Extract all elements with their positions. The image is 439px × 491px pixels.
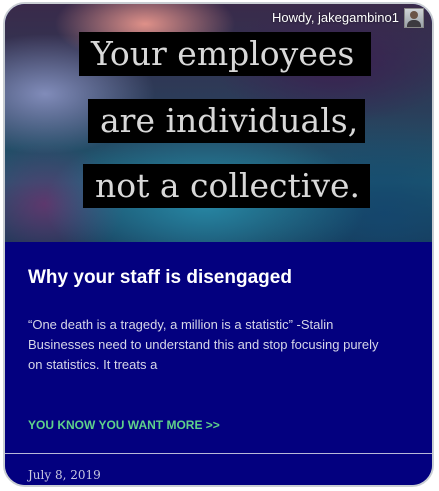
post-content: Why your staff is disengaged “One death … <box>5 242 432 485</box>
featured-image-text-line: Your employees <box>79 32 371 76</box>
divider <box>5 453 432 454</box>
post-card: Your employees are individuals, not a co… <box>3 2 434 487</box>
post-excerpt: “One death is a tragedy, a million is a … <box>28 315 418 375</box>
excerpt-line: “One death is a tragedy, a million is a … <box>28 317 334 332</box>
account-greeting[interactable]: Howdy, jakegambino1 <box>272 9 399 27</box>
post-date: July 8, 2019 <box>28 468 101 482</box>
excerpt-line: on statistics. It treats a <box>28 357 158 372</box>
post-title[interactable]: Why your staff is disengaged <box>28 266 292 290</box>
featured-image-text-line: not a collective. <box>83 164 370 208</box>
read-more-link[interactable]: YOU KNOW YOU WANT MORE >> <box>28 417 220 433</box>
account-menu[interactable]: Howdy, jakegambino1 <box>272 8 424 28</box>
excerpt-line: Businesses need to understand this and s… <box>28 337 379 352</box>
featured-image-text-line: are individuals, <box>88 99 365 143</box>
user-avatar-icon[interactable] <box>404 8 424 28</box>
featured-image[interactable]: Your employees are individuals, not a co… <box>5 4 432 242</box>
